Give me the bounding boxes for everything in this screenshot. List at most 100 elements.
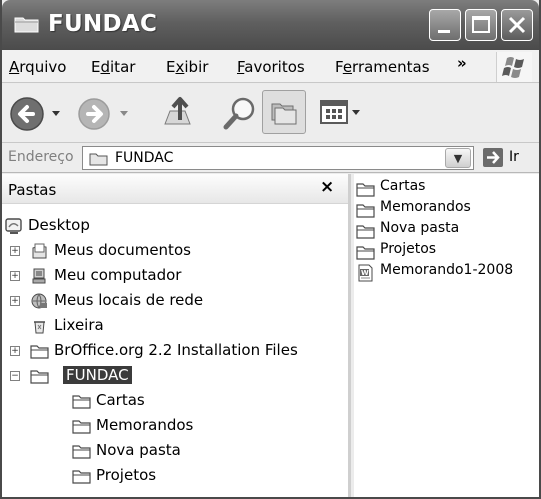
collapse-icon[interactable]: −: [10, 371, 20, 381]
network-icon: [30, 292, 49, 314]
tree-item-nova-pasta[interactable]: Nova pasta: [2, 439, 348, 463]
views-icon: [320, 100, 360, 124]
minimize-button[interactable]: [429, 9, 461, 41]
tree-item-meus-documentos[interactable]: + Meus documentos: [2, 239, 348, 263]
folder-icon: [14, 17, 39, 33]
address-input[interactable]: FUNDAC ▼: [82, 146, 474, 170]
folder-icon: [356, 180, 375, 202]
folders-pane-header: Pastas ×: [2, 174, 348, 204]
file-item-label: Projetos: [380, 241, 437, 257]
forward-button[interactable]: [75, 94, 133, 138]
tree-item-cartas[interactable]: Cartas: [2, 389, 348, 413]
views-button[interactable]: [318, 96, 366, 134]
tree-item-desktop[interactable]: Desktop: [2, 214, 348, 238]
documents-icon: [30, 242, 49, 264]
address-label: Endereço: [8, 149, 74, 165]
tree-item-label: Meu computador: [54, 266, 182, 284]
expand-icon[interactable]: +: [10, 271, 20, 281]
up-folder-button[interactable]: [160, 94, 200, 138]
menu-favoritos-label: avoritos: [244, 58, 305, 76]
minimize-icon: [438, 30, 450, 33]
word-document-icon: W: [356, 264, 375, 286]
tree-item-meu-computador[interactable]: + Meu computador: [2, 264, 348, 288]
expand-icon[interactable]: +: [10, 246, 20, 256]
svg-text:W: W: [361, 269, 369, 277]
recycle-bin-icon: [30, 317, 49, 339]
folders-icon: [271, 103, 297, 125]
folder-icon: [89, 153, 108, 166]
tree-item-label: Meus documentos: [54, 241, 191, 259]
tree-item-meus-locais-de-rede[interactable]: + Meus locais de rede: [2, 289, 348, 313]
go-button[interactable]: [483, 148, 503, 167]
file-item-label: Memorandos: [380, 199, 471, 215]
menu-bar: Arquivo Editar Exibir Favoritos Ferramen…: [2, 50, 539, 83]
tree-item-fundac[interactable]: − FUNDAC: [2, 364, 348, 388]
menu-arquivo[interactable]: Arquivo: [9, 58, 66, 76]
menu-exibir[interactable]: Exibir: [166, 58, 208, 76]
search-button[interactable]: [220, 94, 260, 138]
search-icon: [223, 97, 255, 130]
folder-icon: [356, 222, 375, 244]
windows-logo-icon: [496, 52, 532, 82]
title-bar[interactable]: FUNDAC: [2, 0, 539, 50]
tree-item-label: Lixeira: [54, 316, 104, 334]
address-value: FUNDAC: [115, 150, 174, 166]
forward-arrow-icon: [78, 98, 128, 130]
folder-icon: [356, 243, 375, 265]
tree-item-label: FUNDAC: [63, 366, 132, 384]
computer-icon: [30, 267, 49, 289]
tree-item-label: Nova pasta: [96, 441, 181, 459]
close-icon: [508, 16, 526, 34]
folder-icon: [72, 392, 91, 414]
tree-item-memorandos[interactable]: Memorandos: [2, 414, 348, 438]
folders-button[interactable]: [262, 90, 306, 134]
folder-open-icon: [30, 367, 49, 389]
toolbar: [2, 84, 539, 143]
maximize-button[interactable]: [465, 9, 497, 41]
folder-icon: [356, 201, 375, 223]
go-label[interactable]: Ir: [509, 149, 519, 165]
tree-item-label: Desktop: [28, 216, 90, 234]
tree-item-label: Meus locais de rede: [54, 291, 204, 309]
menu-editar[interactable]: Editar: [91, 58, 135, 76]
address-dropdown-button[interactable]: ▼: [445, 148, 471, 168]
menu-exibir-label: ibir: [184, 58, 209, 76]
tree-item-label: Memorandos: [96, 416, 194, 434]
menu-ferramentas-label: rramentas: [352, 58, 430, 76]
desktop-icon: [4, 217, 23, 239]
menu-arquivo-mnemonic: A: [9, 58, 20, 76]
folder-icon: [30, 342, 49, 364]
back-button[interactable]: [8, 94, 66, 138]
menu-editar-mnemonic: d: [100, 58, 111, 76]
file-item-label: Memorando1-2008: [380, 262, 514, 278]
menu-arquivo-label: rquivo: [19, 58, 67, 76]
folders-pane-close-icon[interactable]: ×: [320, 177, 334, 197]
tree-item-broffice-org-2-2-installation-files[interactable]: + BrOffice.org 2.2 Installation Files: [2, 339, 348, 363]
up-folder-icon: [164, 97, 191, 125]
back-arrow-icon: [10, 97, 60, 131]
maximize-icon: [472, 16, 490, 33]
menu-ferramentas-mnemonic: e: [342, 58, 353, 76]
close-button[interactable]: [501, 9, 533, 41]
menu-editar-label: itar: [110, 58, 136, 76]
folder-icon: [72, 442, 91, 464]
menu-favoritos[interactable]: Favoritos: [237, 58, 305, 76]
menu-ferramentas-pre: F: [335, 58, 343, 76]
content-pane: Cartas Memorandos Nova pasta Projetos W Memor…: [354, 174, 539, 497]
tree-item-label: Projetos: [96, 466, 157, 484]
menu-overflow-chevron[interactable]: »: [457, 54, 467, 72]
expand-icon[interactable]: +: [10, 346, 20, 356]
folder-icon: [72, 417, 91, 439]
expand-icon[interactable]: +: [10, 296, 20, 306]
tree-item-projetos[interactable]: Projetos: [2, 464, 348, 488]
tree-item-lixeira[interactable]: Lixeira: [2, 314, 348, 338]
chevron-down-icon: ▼: [453, 152, 463, 165]
folder-icon: [72, 467, 91, 489]
tree-item-label: Cartas: [96, 391, 145, 409]
tree-item-label: BrOffice.org 2.2 Installation Files: [54, 341, 298, 359]
file-item-label: Cartas: [380, 178, 426, 194]
folders-pane: Pastas × Desktop + Meus documentos + Meu com…: [2, 174, 351, 497]
folders-pane-title: Pastas: [8, 181, 57, 199]
window-title: FUNDAC: [48, 11, 158, 37]
menu-ferramentas[interactable]: Ferramentas: [335, 58, 430, 76]
